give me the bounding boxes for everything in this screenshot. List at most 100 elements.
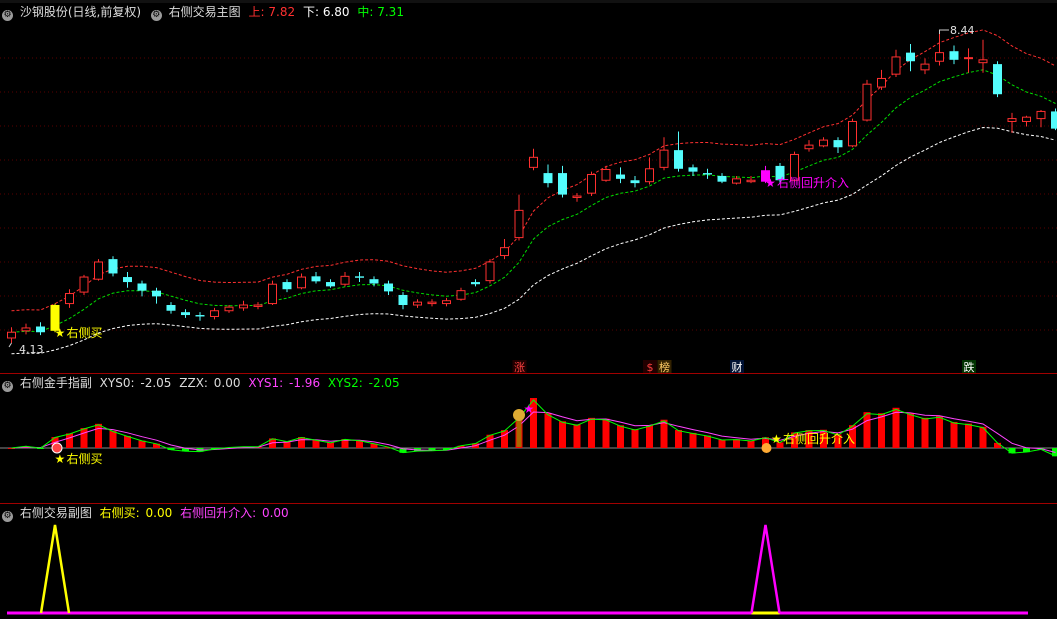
xys1-value: -1.96 bbox=[289, 376, 321, 390]
high-marker-line bbox=[939, 29, 949, 34]
candle-body bbox=[355, 276, 364, 278]
candle-body bbox=[340, 275, 350, 285]
candle bbox=[703, 168, 712, 179]
candle-body bbox=[935, 52, 944, 62]
candle bbox=[804, 140, 814, 152]
candle bbox=[94, 259, 103, 281]
upper-band-value: 7.82 bbox=[268, 5, 296, 19]
candle-body bbox=[7, 331, 16, 339]
rebuy-signal-label: 右侧回升介入 bbox=[777, 175, 849, 190]
xys1-label: XYS1: bbox=[248, 376, 284, 390]
candle bbox=[355, 272, 364, 283]
candle bbox=[21, 323, 31, 335]
histogram-bar bbox=[994, 442, 1001, 448]
candle-body bbox=[964, 57, 973, 60]
histogram-chart[interactable]: ★ 右侧买★ 右侧回升介入★ bbox=[0, 375, 1057, 503]
candle bbox=[862, 79, 872, 122]
histogram-bar bbox=[936, 416, 943, 448]
candle-body bbox=[181, 312, 190, 316]
candle-body bbox=[587, 174, 596, 194]
candle-body bbox=[427, 301, 437, 305]
candle-body bbox=[645, 168, 654, 183]
histogram-bar bbox=[109, 430, 117, 448]
settings-icon[interactable]: ⚙ bbox=[2, 10, 13, 21]
candle-body bbox=[558, 173, 567, 195]
signal-chart[interactable] bbox=[0, 505, 1057, 619]
candle-body bbox=[123, 277, 132, 283]
candle bbox=[152, 287, 161, 304]
candle-body bbox=[717, 175, 727, 182]
sub-chart-1-panel[interactable]: ⚙ 右侧金手指副 XYS0: -2.05 ZZX: 0.00 XYS1: -1.… bbox=[0, 375, 1057, 503]
mid-band-line bbox=[11, 69, 1056, 333]
candle bbox=[543, 164, 553, 188]
sub2-settings-icon[interactable]: ⚙ bbox=[2, 511, 13, 522]
candle-body bbox=[65, 293, 74, 305]
xys2-label: XYS2: bbox=[327, 376, 363, 390]
candle-body bbox=[282, 282, 292, 290]
panel-divider bbox=[0, 373, 1057, 374]
histogram-bar bbox=[704, 435, 711, 448]
candle-body bbox=[529, 156, 538, 168]
histogram-bar bbox=[617, 425, 624, 448]
candle-body bbox=[833, 140, 843, 148]
buy-signal-label: 右侧买 bbox=[67, 325, 103, 340]
candle-body bbox=[442, 300, 451, 305]
candle-body bbox=[993, 64, 1002, 95]
sub2-indicator-name: 右侧交易副图 bbox=[19, 506, 92, 520]
sub1-settings-icon[interactable]: ⚙ bbox=[2, 381, 13, 392]
candle-body bbox=[94, 261, 103, 280]
xys0-value: -2.05 bbox=[140, 376, 172, 390]
histogram-bar bbox=[95, 423, 102, 448]
indicator-settings-icon[interactable]: ⚙ bbox=[150, 10, 162, 21]
candle bbox=[123, 272, 132, 288]
candle-body bbox=[36, 326, 45, 333]
candle bbox=[659, 137, 669, 171]
candle bbox=[514, 194, 524, 241]
candle-body bbox=[79, 276, 89, 293]
histogram-bar bbox=[747, 440, 755, 448]
histogram-bar bbox=[573, 424, 581, 448]
candle bbox=[819, 137, 828, 148]
buy-star-icon: ★ bbox=[55, 326, 66, 340]
candle bbox=[166, 302, 176, 314]
candle-body bbox=[166, 305, 176, 311]
candle bbox=[688, 164, 698, 176]
sub-chart-2-panel[interactable]: ⚙ 右侧交易副图 右侧买: 0.00 右侧回升介入: 0.00 bbox=[0, 505, 1057, 619]
candle-body bbox=[239, 304, 248, 309]
sub1-rebuy-label: 右侧回升介入 bbox=[783, 431, 855, 446]
candle bbox=[65, 289, 74, 308]
candle bbox=[1007, 112, 1017, 133]
histogram-bar bbox=[907, 413, 914, 448]
sub2-buy-label: 右侧买: bbox=[99, 506, 140, 520]
candle-body bbox=[514, 209, 524, 239]
main-chart-panel[interactable]: ⚙ 沙钢股份(日线,前复权) ⚙ 右侧交易主图 上: 7.82 下: 6.80 … bbox=[0, 4, 1057, 373]
histogram-bar bbox=[646, 425, 653, 448]
mid-band-label: 中: bbox=[357, 5, 374, 19]
candle-body bbox=[804, 144, 814, 150]
candle bbox=[442, 297, 451, 307]
candle-body bbox=[413, 301, 422, 306]
sub2-rebuy-value: 0.00 bbox=[261, 506, 289, 520]
sub2-rebuy-label: 右侧回升介入: bbox=[180, 506, 257, 520]
zzx-label: ZZX: bbox=[179, 376, 208, 390]
candlestick-chart[interactable]: 8.444.13★ 右侧买★ 右侧回升介入涨 $ 榜财跌 bbox=[0, 4, 1057, 373]
candle bbox=[877, 69, 886, 90]
xys0-label: XYS0: bbox=[99, 376, 135, 390]
candle-body bbox=[630, 180, 640, 184]
candle-body bbox=[862, 83, 872, 121]
candle bbox=[210, 307, 219, 320]
candle bbox=[181, 309, 190, 318]
rebuy-coin-icon bbox=[761, 443, 772, 453]
candle-body bbox=[485, 261, 495, 282]
candle bbox=[427, 299, 437, 307]
candle bbox=[674, 131, 683, 172]
candle-body bbox=[659, 149, 669, 168]
candle-body bbox=[978, 59, 988, 64]
candle bbox=[1036, 109, 1046, 128]
sub1-indicator-name: 右侧金手指副 bbox=[19, 376, 92, 390]
candle-body bbox=[311, 276, 321, 282]
histogram-bar bbox=[588, 417, 595, 448]
candle bbox=[993, 61, 1002, 98]
candle-body bbox=[616, 174, 625, 179]
candle bbox=[949, 45, 959, 65]
